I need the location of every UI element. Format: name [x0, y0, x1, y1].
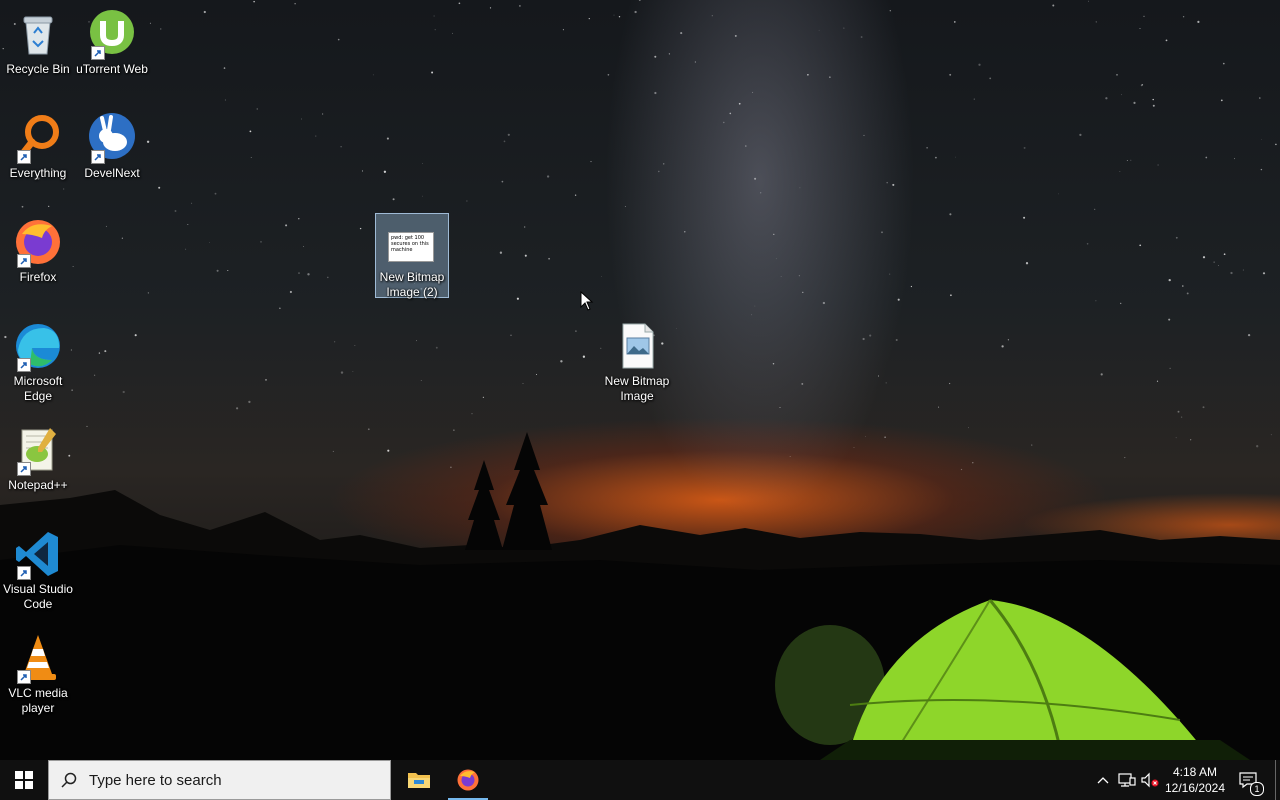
search-placeholder: Type here to search — [89, 771, 222, 789]
desktop-icon-vlc[interactable]: VLC media player — [0, 630, 76, 716]
shortcut-arrow-icon — [91, 46, 105, 60]
taskbar-file-explorer[interactable] — [395, 760, 443, 800]
shortcut-arrow-icon — [17, 462, 31, 476]
desktop-icon-everything[interactable]: Everything — [0, 110, 76, 181]
search-icon — [61, 772, 77, 788]
icon-label: Firefox — [19, 270, 57, 284]
icon-label: VLC media player — [8, 686, 68, 715]
icon-label: DevelNext — [84, 166, 140, 180]
clock-time: 4:18 AM — [1172, 765, 1218, 779]
firefox-icon — [12, 216, 64, 268]
develnext-rabbit-icon — [86, 112, 138, 164]
bitmap-file-icon — [611, 320, 663, 372]
shortcut-arrow-icon — [17, 150, 31, 164]
icon-label: Microsoft Edge — [13, 374, 63, 403]
desktop-icon-new-bitmap-image-2[interactable]: pwd: get 100 secures on this machine New… — [375, 213, 449, 299]
desktop-icon-new-bitmap-image[interactable]: New Bitmap Image — [599, 318, 675, 404]
taskbar: Type here to search 4:18 AM 12/16/2024 1 — [0, 760, 1280, 800]
icon-label: Everything — [9, 166, 67, 180]
taskbar-search-box[interactable]: Type here to search — [48, 760, 391, 800]
desktop-icon-firefox[interactable]: Firefox — [0, 214, 76, 285]
start-button[interactable] — [0, 760, 48, 800]
mouse-cursor-icon — [580, 291, 594, 311]
firefox-icon — [457, 769, 479, 791]
shortcut-arrow-icon — [17, 566, 31, 580]
desktop[interactable]: Recycle Bin uTorrent Web Everything Deve… — [0, 0, 1280, 760]
everything-search-icon — [12, 112, 64, 164]
bitmap-thumbnail-icon: pwd: get 100 secures on this machine — [388, 232, 436, 264]
clock-date: 12/16/2024 — [1164, 781, 1226, 795]
icon-label: Notepad++ — [8, 478, 68, 492]
show-desktop-button[interactable] — [1275, 760, 1276, 800]
system-clock[interactable]: 4:18 AM 12/16/2024 — [1158, 760, 1232, 800]
icon-label: uTorrent Web — [76, 62, 148, 76]
notification-count-badge: 1 — [1250, 782, 1264, 796]
chevron-up-icon — [1097, 777, 1109, 784]
bitmap-thumbnail-text: pwd: get 100 secures on this machine — [388, 232, 434, 262]
desktop-icon-visual-studio-code[interactable]: Visual Studio Code — [0, 526, 76, 612]
edge-icon — [12, 320, 64, 372]
desktop-icon-recycle-bin[interactable]: Recycle Bin — [0, 6, 76, 77]
volume-muted-icon — [1141, 772, 1159, 788]
icon-label: New Bitmap Image (2) — [379, 270, 445, 299]
icon-label: Visual Studio Code — [3, 582, 73, 611]
recycle-bin-icon — [12, 8, 64, 60]
show-hidden-icons-button[interactable] — [1094, 760, 1112, 800]
network-icon — [1118, 773, 1136, 787]
vlc-icon — [12, 632, 64, 684]
icon-label: Recycle Bin — [6, 62, 70, 76]
windows-logo-icon — [15, 771, 33, 789]
notepadpp-icon — [12, 424, 64, 476]
desktop-icon-notepad-plus-plus[interactable]: Notepad++ — [0, 422, 76, 493]
desktop-icon-microsoft-edge[interactable]: Microsoft Edge — [0, 318, 76, 404]
shortcut-arrow-icon — [17, 670, 31, 684]
file-explorer-icon — [408, 773, 430, 788]
icon-label: New Bitmap Image — [604, 374, 670, 403]
shortcut-arrow-icon — [17, 254, 31, 268]
shortcut-arrow-icon — [17, 358, 31, 372]
shortcut-arrow-icon — [91, 150, 105, 164]
desktop-icon-develnext[interactable]: DevelNext — [74, 110, 150, 181]
desktop-icon-utorrent-web[interactable]: uTorrent Web — [74, 6, 150, 77]
action-center-button[interactable]: 1 — [1234, 760, 1264, 800]
taskbar-firefox[interactable] — [444, 760, 492, 800]
volume-button[interactable] — [1140, 760, 1160, 800]
network-status-button[interactable] — [1116, 760, 1138, 800]
vscode-icon — [12, 528, 64, 580]
utorrent-icon — [86, 8, 138, 60]
